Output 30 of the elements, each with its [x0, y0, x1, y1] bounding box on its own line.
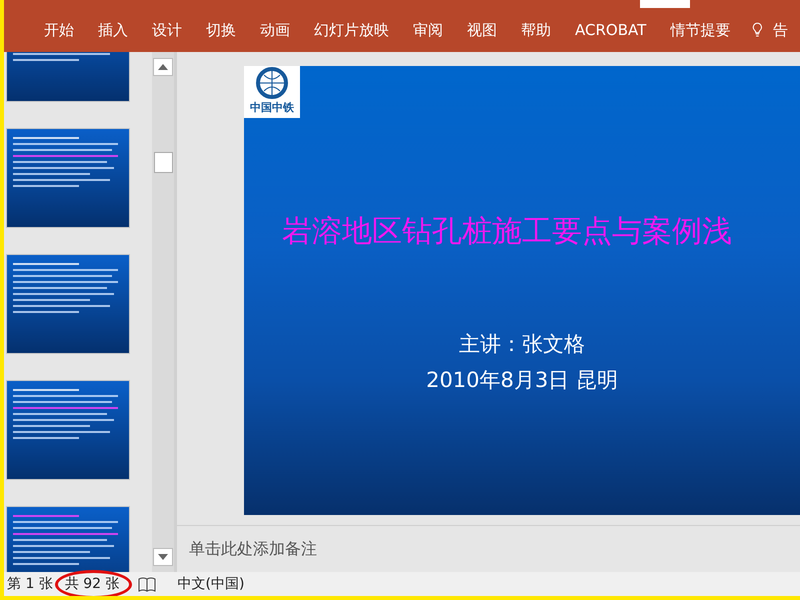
tell-me-field[interactable]: 告	[763, 20, 800, 40]
scroll-up-button[interactable]	[153, 58, 173, 76]
slide-count: 共 92 张	[64, 575, 120, 593]
logo-text: 中国中铁	[250, 100, 294, 115]
scroll-thumb[interactable]	[154, 152, 172, 172]
ribbon-tab[interactable]: 动画	[248, 20, 302, 40]
ribbon-tab[interactable]: 情节提要	[658, 20, 742, 40]
notes-icon[interactable]	[138, 576, 156, 592]
ribbon-tab[interactable]: ACROBAT	[563, 21, 658, 39]
slide-thumbnail[interactable]	[6, 128, 130, 228]
slide-number: 第 1 张	[7, 575, 53, 593]
slide-title: 岩溶地区钻孔桩施工要点与案例浅	[281, 213, 732, 251]
scroll-down-button[interactable]	[153, 548, 173, 566]
ribbon-tab[interactable]: 插入	[86, 20, 140, 40]
up-arrow-icon	[158, 64, 168, 70]
language-indicator[interactable]: 中文(中国)	[178, 575, 244, 593]
date-text: 2010年8月3日 昆明	[426, 367, 618, 394]
down-arrow-icon	[158, 554, 168, 560]
presenter-text: 主讲：张文格	[459, 331, 585, 358]
notes-placeholder: 单击此处添加备注	[189, 538, 317, 560]
ribbon-tab[interactable]: 审阅	[401, 20, 455, 40]
slide-thumbnail[interactable]	[6, 380, 130, 480]
ribbon-tab[interactable]: 切换	[194, 20, 248, 40]
ribbon-tab[interactable]: 幻灯片放映	[302, 20, 401, 40]
ribbon-tab[interactable]: 帮助	[509, 20, 563, 40]
ribbon-tab[interactable]: 设计	[140, 20, 194, 40]
ribbon-tab[interactable]: 开始	[32, 20, 86, 40]
globe-logo-icon	[254, 66, 290, 100]
ribbon-tab[interactable]: 视图	[455, 20, 509, 40]
slide-thumbnail[interactable]	[6, 254, 130, 354]
